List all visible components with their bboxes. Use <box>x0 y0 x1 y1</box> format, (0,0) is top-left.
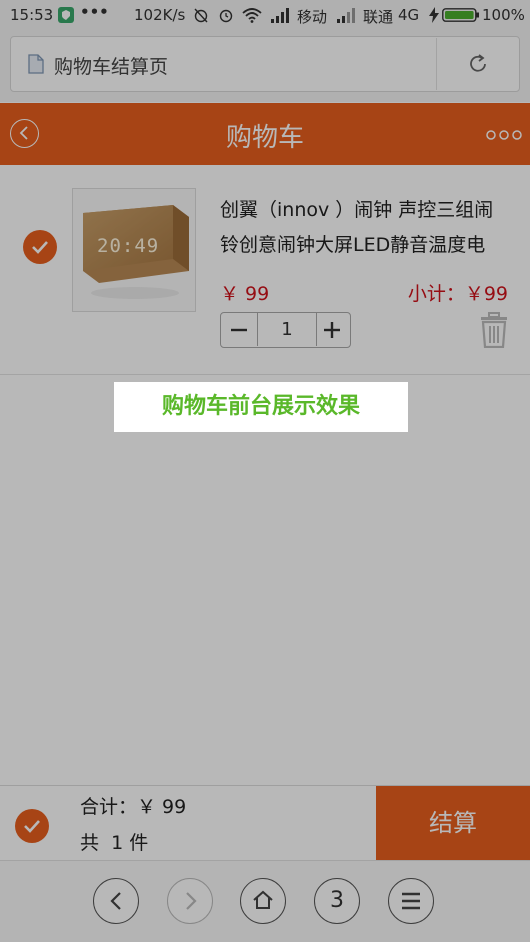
nav-menu-button[interactable] <box>388 878 434 924</box>
caption-label: 购物车前台展示效果 <box>114 382 408 432</box>
page-title: 购物车结算页 <box>54 56 169 78</box>
product-name-line2[interactable]: 铃创意闹钟大屏LED静音温度电 <box>220 230 485 257</box>
cart-empty-area <box>0 375 530 785</box>
product-name-line1[interactable]: 创翼（innov ）闹钟 声控三组闹 <box>220 195 493 222</box>
select-all-checkbox[interactable] <box>15 809 49 843</box>
url-divider <box>436 38 437 90</box>
plus-icon <box>324 322 340 338</box>
header-title: 购物车 <box>225 123 304 153</box>
decrease-button[interactable] <box>221 313 257 346</box>
battery-icon <box>442 8 479 22</box>
refresh-icon[interactable] <box>467 53 489 75</box>
clock-display: 20:49 <box>97 235 160 257</box>
chevron-left-icon <box>110 892 121 910</box>
nav-home-button[interactable] <box>240 878 286 924</box>
home-icon <box>253 890 273 909</box>
network-type: 4G <box>398 6 420 24</box>
menu-icon <box>402 892 420 910</box>
signal-icon-2 <box>337 8 355 23</box>
item-subtotal: 小计：￥99 <box>407 283 508 305</box>
checkmark-icon <box>24 820 40 833</box>
tab-count: 3 <box>330 888 344 913</box>
minus-icon <box>231 328 247 332</box>
item-checkbox[interactable] <box>23 230 57 264</box>
cart-total: 合计：￥ 99 <box>80 796 187 818</box>
item-count: 共 1 件 <box>80 832 149 854</box>
nav-forward-button[interactable] <box>167 878 213 924</box>
product-image[interactable]: 20:49 <box>72 188 196 312</box>
quantity-stepper: 1 <box>220 312 351 348</box>
status-speed: 102K/s <box>134 6 186 24</box>
status-time: 15:53 <box>10 6 54 24</box>
battery-percent: 100% <box>482 6 525 24</box>
checkout-button[interactable]: 结算 <box>376 786 530 860</box>
quantity-input[interactable]: 1 <box>257 313 317 346</box>
chevron-right-icon <box>186 892 197 910</box>
status-more-dots: ••• <box>80 3 109 21</box>
nav-tabs-button[interactable]: 3 <box>314 878 360 924</box>
nav-back-button[interactable] <box>93 878 139 924</box>
increase-button[interactable] <box>315 313 349 346</box>
carrier-2: 联通 <box>363 8 394 26</box>
checkmark-icon <box>32 241 48 254</box>
product-price: ￥ 99 <box>220 283 270 305</box>
carrier-1: 移动 <box>297 8 328 26</box>
status-bar: 15:53 ••• 102K/s 移动 联通 4G 100% <box>0 0 530 32</box>
shield-app-icon <box>58 7 74 23</box>
signal-icon <box>271 8 289 23</box>
charging-icon <box>429 7 439 23</box>
alarm-off-icon <box>194 8 208 23</box>
trash-icon[interactable] <box>478 312 510 348</box>
alarm-icon <box>219 9 233 23</box>
more-dots-icon[interactable] <box>486 128 522 142</box>
wifi-icon <box>242 8 262 23</box>
document-icon <box>28 54 44 74</box>
